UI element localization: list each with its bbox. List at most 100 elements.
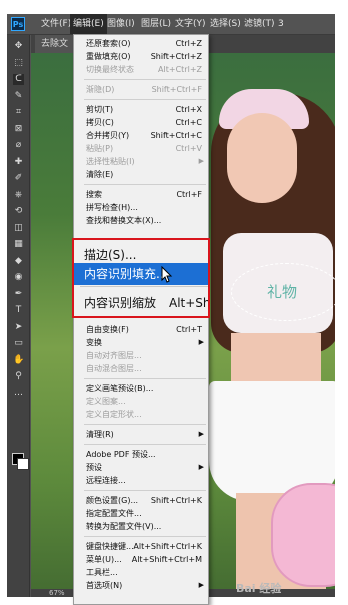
menu-item-label: 预设 — [86, 463, 102, 472]
menu-item-content-aware-scale[interactable]: 内容识别缩放 Alt+Shift — [74, 292, 208, 314]
marquee-icon[interactable]: ⬚ — [13, 58, 24, 69]
document-tab[interactable]: 去除文 — [35, 35, 75, 53]
menu-item[interactable]: 菜单(U)... Alt+Shift+Ctrl+M — [74, 553, 208, 566]
menu-layer[interactable]: 图层(L) — [138, 14, 174, 34]
menu-item[interactable]: 剪切(T) Ctrl+X — [74, 103, 208, 116]
menu-item[interactable]: 查找和替换文本(X)... — [74, 214, 208, 227]
submenu-arrow-icon: ▶ — [198, 157, 204, 165]
path-select-icon[interactable]: ➤ — [13, 322, 24, 333]
menu-item-label: 菜单(U)... — [86, 555, 122, 564]
menu-item[interactable]: 变换 ▶ — [74, 336, 208, 349]
eraser-icon[interactable]: ◫ — [13, 223, 24, 234]
hand-icon[interactable]: ✋ — [13, 355, 24, 366]
menu-item-label: 拼写检查(H)... — [86, 203, 138, 212]
menu-item: 切换最终状态 Alt+Ctrl+Z — [74, 63, 208, 76]
menu-separator — [84, 99, 206, 100]
menu-item[interactable]: 拷贝(C) Ctrl+C — [74, 116, 208, 129]
frame-icon[interactable]: ⊠ — [13, 124, 24, 135]
submenu-arrow-icon: ▶ — [198, 581, 204, 589]
menu-item: 自动对齐图层... — [74, 349, 208, 362]
photo-waist — [231, 333, 321, 383]
menu-item: 自动混合图层... — [74, 362, 208, 375]
menu-item-content-aware-fill[interactable]: 内容识别填充... — [74, 263, 208, 285]
zoom-icon[interactable]: ⚲ — [13, 371, 24, 382]
menu-item[interactable]: 清理(R) ▶ — [74, 428, 208, 441]
menu-item-shortcut: Alt+Shift+Ctrl+K — [133, 542, 202, 551]
shape-icon[interactable]: ▭ — [13, 338, 24, 349]
crop-icon[interactable]: ⌗ — [13, 107, 24, 118]
type-icon[interactable]: T — [13, 305, 24, 316]
menu-item[interactable]: 搜索 Ctrl+F — [74, 188, 208, 201]
highlighted-menu-section: 描边(S)... 内容识别填充... 内容识别缩放 Alt+Shift — [72, 238, 210, 318]
photoshop-logo-icon: Ps — [11, 17, 25, 31]
move-icon[interactable]: ✥ — [13, 41, 24, 52]
menu-image[interactable]: 图像(I) — [104, 14, 138, 34]
menu-separator — [84, 424, 206, 425]
menu-type[interactable]: 文字(Y) — [172, 14, 209, 34]
menu-item-label: 选择性粘贴(I) — [86, 157, 135, 166]
lasso-selection[interactable] — [231, 263, 335, 321]
background-color-swatch[interactable] — [17, 458, 29, 470]
brush-icon[interactable]: ✐ — [13, 173, 24, 184]
menu-item-shortcut: Ctrl+V — [175, 144, 202, 153]
healing-icon[interactable]: ✚ — [13, 157, 24, 168]
baidu-watermark-icon: Bai 经验 — [236, 582, 282, 595]
blur-icon[interactable]: ◆ — [13, 256, 24, 267]
menu-item-label: 自动对齐图层... — [86, 351, 142, 360]
menu-item-label: 清理(R) — [86, 430, 114, 439]
menu-item-shortcut: Ctrl+X — [175, 105, 202, 114]
extra-icon[interactable]: … — [13, 388, 24, 399]
menu-item[interactable]: 自由变换(F) Ctrl+T — [74, 323, 208, 336]
menu-item[interactable]: 重做填充(O) Shift+Ctrl+Z — [74, 50, 208, 63]
menu-item[interactable]: 拼写检查(H)... — [74, 201, 208, 214]
menu-separator — [84, 184, 206, 185]
menu-separator — [84, 536, 206, 537]
stamp-icon[interactable]: ⎈ — [13, 190, 24, 201]
lasso-icon[interactable]: ᑕ — [13, 74, 24, 85]
menu-file[interactable]: 文件(F) — [38, 14, 74, 34]
menu-item-label: 拷贝(C) — [86, 118, 114, 127]
menu-item[interactable]: 指定配置文件... — [74, 507, 208, 520]
menu-edit[interactable]: 编辑(E) — [70, 14, 107, 34]
gradient-icon[interactable]: ▦ — [13, 239, 24, 250]
menu-separator — [84, 444, 206, 445]
menu-item[interactable]: 键盘快捷键... Alt+Shift+Ctrl+K — [74, 540, 208, 553]
history-brush-icon[interactable]: ⟲ — [13, 206, 24, 217]
menu-item: 定义自定形状... — [74, 408, 208, 421]
pen-icon[interactable]: ✒ — [13, 289, 24, 300]
eyedropper-icon[interactable]: ⌀ — [13, 140, 24, 151]
menu-item[interactable]: 清除(E) — [74, 168, 208, 181]
menu-item-label: 合并拷贝(Y) — [86, 131, 130, 140]
menu-item-label: 切换最终状态 — [86, 65, 134, 74]
menu-filter[interactable]: 滤镜(T) — [241, 14, 278, 34]
menu-item-shortcut: Shift+Ctrl+Z — [150, 52, 202, 61]
menu-item[interactable]: 合并拷贝(Y) Shift+Ctrl+C — [74, 129, 208, 142]
menu-item[interactable]: 转换为配置文件(V)... — [74, 520, 208, 533]
menu-item-label: 还原套索(O) — [86, 39, 131, 48]
menu-item[interactable]: 颜色设置(G)... Shift+Ctrl+K — [74, 494, 208, 507]
menu-item-shortcut: Shift+Ctrl+F — [151, 85, 202, 94]
quick-select-icon[interactable]: ✎ — [13, 91, 24, 102]
menu-item-shortcut: Alt+Ctrl+Z — [158, 65, 202, 74]
menu-item[interactable]: 预设 ▶ — [74, 461, 208, 474]
menu-item: 选择性粘贴(I) ▶ — [74, 155, 208, 168]
menu-item[interactable]: 定义画笔预设(B)... — [74, 382, 208, 395]
menu-item-shortcut: Shift+Ctrl+K — [150, 496, 202, 505]
submenu-arrow-icon: ▶ — [198, 338, 204, 346]
menu-item-label: 指定配置文件... — [86, 509, 142, 518]
menu-item[interactable]: 还原套索(O) Ctrl+Z — [74, 37, 208, 50]
menu-item-label: 清除(E) — [86, 170, 114, 179]
zoom-level[interactable]: 67% — [49, 589, 65, 597]
menu-item[interactable]: 工具栏... — [74, 566, 208, 579]
menu-item-label: 首选项(N) — [86, 581, 123, 590]
menu-item-label: 渐隐(D) — [86, 85, 115, 94]
menu-select[interactable]: 选择(S) — [207, 14, 244, 34]
menu-item[interactable]: Adobe PDF 预设... — [74, 448, 208, 461]
dodge-icon[interactable]: ◉ — [13, 272, 24, 283]
menu-item[interactable]: 首选项(N) ▶ — [74, 579, 208, 592]
menu-item[interactable]: 远程连接... — [74, 474, 208, 487]
menu-3d[interactable]: 3 — [275, 14, 287, 34]
menu-item-label: 查找和替换文本(X)... — [86, 216, 162, 225]
tools-panel: ✥ ⬚ ᑕ ✎ ⌗ ⊠ ⌀ ✚ ✐ ⎈ ⟲ ◫ ▦ ◆ ◉ ✒ T ➤ ▭ ✋ ⚲ … — [7, 35, 30, 597]
menu-item-label: 工具栏... — [86, 568, 118, 577]
